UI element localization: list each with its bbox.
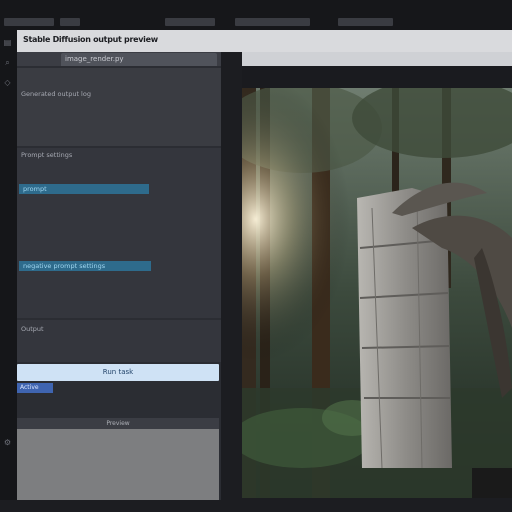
left-panel: image_render.py Generated output log Pro… [17, 52, 221, 500]
output-log-section: Generated output log [17, 68, 221, 146]
preview-image [242, 88, 512, 498]
menu-item[interactable] [60, 18, 80, 26]
image-header [242, 66, 512, 88]
source-control-icon[interactable]: ◇ [3, 78, 12, 87]
preview-toolbar [242, 52, 512, 66]
explorer-icon[interactable]: ▤ [3, 38, 12, 47]
preview-pane [17, 429, 219, 500]
menu-item[interactable] [235, 18, 310, 26]
section-label: Generated output log [21, 90, 91, 98]
panel-divider[interactable] [221, 52, 242, 500]
window-title [165, 18, 215, 26]
title-bar [0, 0, 512, 30]
menu-item[interactable] [4, 18, 54, 26]
top-strip: Stable Diffusion output preview [17, 30, 512, 52]
tab-active[interactable]: image_render.py [61, 53, 217, 66]
status-chip: Active [17, 383, 53, 393]
activity-bar: ▤ ⌕ ◇ ⚙ [0, 30, 17, 500]
negative-prompt-field[interactable]: negative prompt settings [19, 261, 151, 271]
section-label: Prompt settings [21, 151, 73, 159]
settings-icon[interactable]: ⚙ [3, 438, 12, 447]
prompt-settings-section: Prompt settings prompt negative prompt s… [17, 148, 221, 318]
section-label: Output [21, 325, 44, 333]
prompt-field[interactable]: prompt [19, 184, 149, 194]
search-icon[interactable]: ⌕ [3, 58, 12, 67]
tab-bar: image_render.py [17, 52, 221, 66]
top-strip-text: Stable Diffusion output preview [23, 35, 158, 44]
output-section: Output [17, 320, 221, 362]
menu-item[interactable] [338, 18, 393, 26]
preview-header: Preview [17, 418, 219, 429]
run-button[interactable]: Run task [17, 364, 219, 381]
